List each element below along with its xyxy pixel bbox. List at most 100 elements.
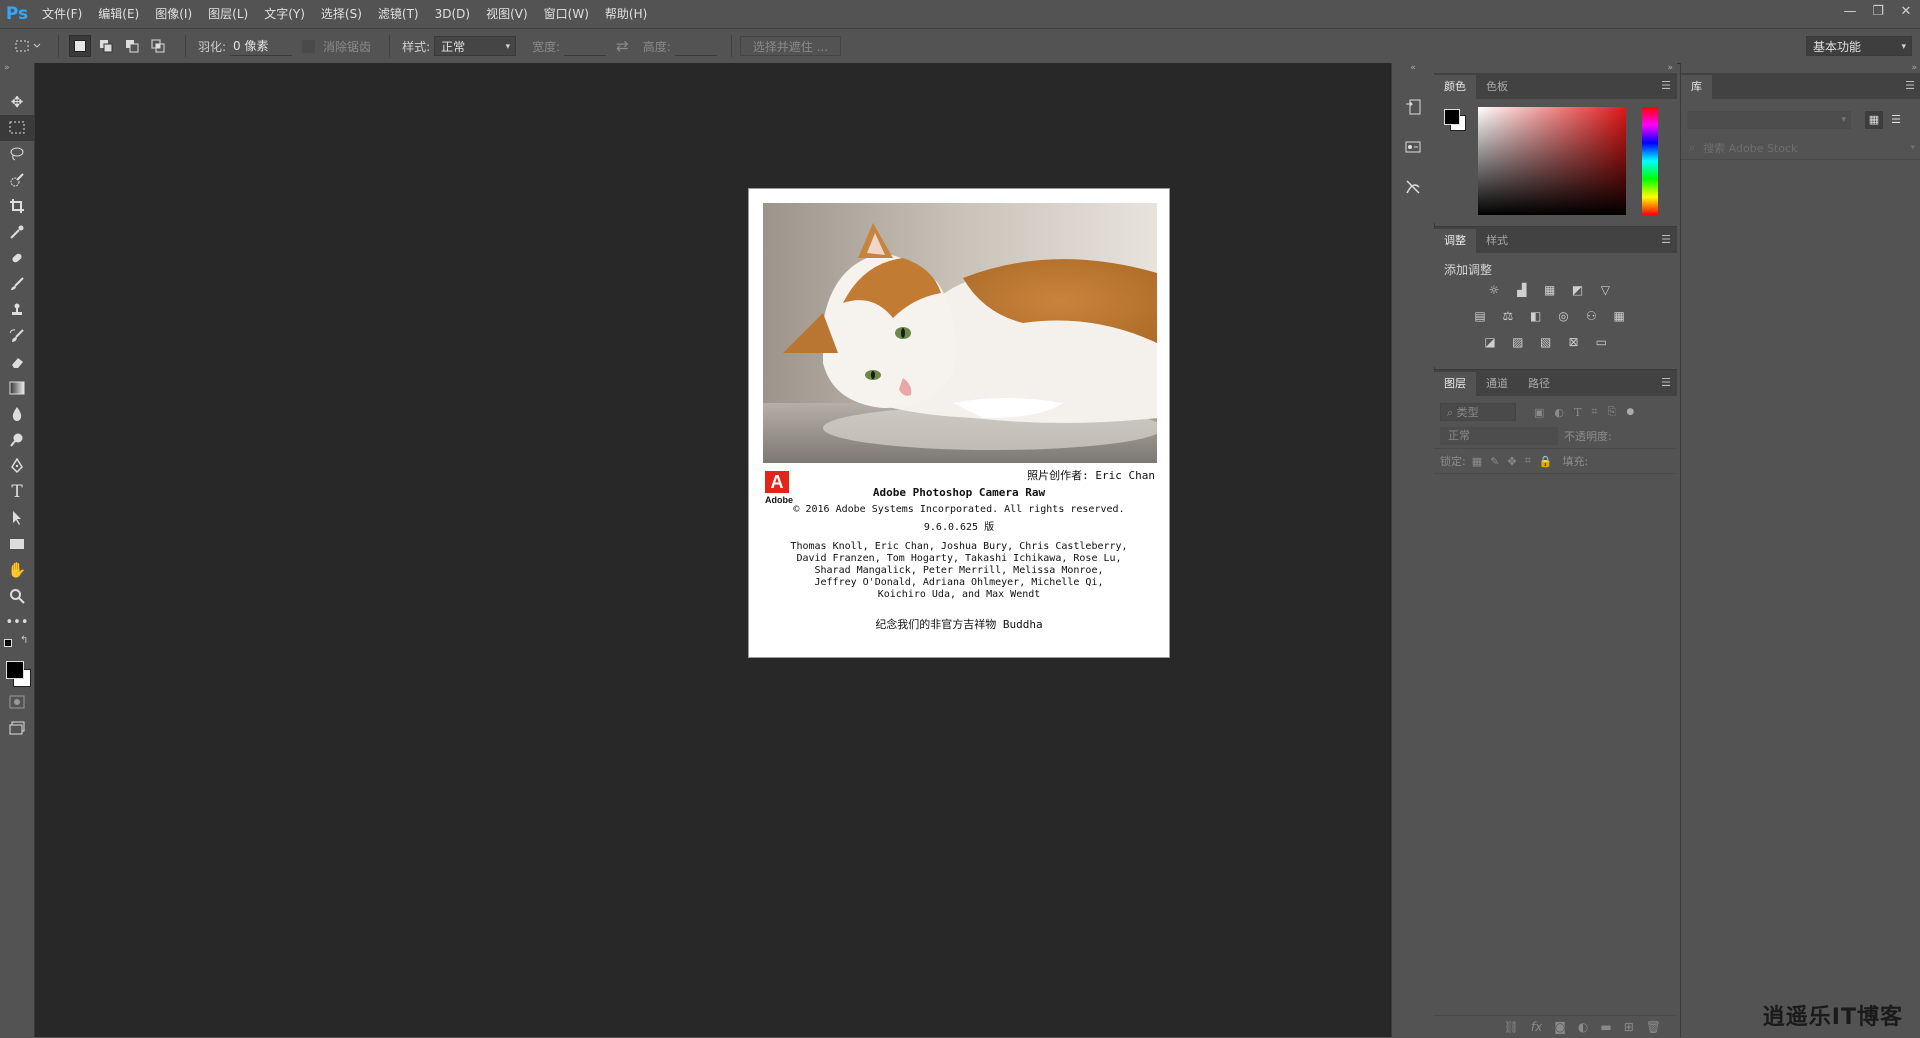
healing-brush-tool-icon[interactable] [0, 245, 34, 271]
pen-tool-icon[interactable] [0, 453, 34, 479]
width-input[interactable] [564, 36, 607, 56]
tab-color[interactable]: 颜色 [1434, 75, 1476, 99]
default-colors-icon[interactable] [4, 639, 12, 647]
close-button[interactable]: ✕ [1892, 0, 1920, 22]
lock-position-icon[interactable]: ✥ [1507, 455, 1516, 468]
adjustment-filter-icon[interactable]: ◐ [1554, 406, 1564, 419]
shape-filter-icon[interactable]: ⌗ [1591, 405, 1597, 419]
subtract-selection-button[interactable] [121, 35, 143, 57]
foreground-color-swatch[interactable] [6, 661, 24, 679]
select-and-mask-button[interactable]: 选择并遮住 ... [739, 36, 842, 56]
menu-edit[interactable]: 编辑(E) [90, 0, 147, 28]
menu-help[interactable]: 帮助(H) [597, 0, 655, 28]
menu-type[interactable]: 文字(Y) [256, 0, 313, 28]
hue-slider[interactable] [1642, 107, 1658, 215]
more-tools-icon[interactable]: ••• [0, 609, 34, 635]
exposure-icon[interactable]: ◩ [1568, 282, 1586, 298]
panel-menu-icon[interactable]: ☰ [1661, 79, 1671, 92]
chevron-down-icon[interactable]: ▾ [1910, 143, 1915, 153]
history-brush-tool-icon[interactable] [0, 323, 34, 349]
panel-menu-icon[interactable]: ☰ [1905, 79, 1915, 92]
photo-filter-icon[interactable]: ◎ [1554, 308, 1572, 324]
properties-panel-icon[interactable] [1392, 127, 1434, 167]
selective-color-icon[interactable]: ⊠ [1564, 334, 1582, 350]
blur-tool-icon[interactable] [0, 401, 34, 427]
about-camera-raw-dialog[interactable]: A Adobe 照片创作者: Eric Chan Adobe Photoshop… [748, 188, 1170, 658]
lock-artboard-icon[interactable]: ⌗ [1525, 454, 1531, 468]
panel-menu-icon[interactable]: ☰ [1661, 233, 1671, 246]
tab-layers[interactable]: 图层 [1434, 372, 1476, 396]
invert-icon[interactable]: ◪ [1481, 334, 1499, 350]
layer-style-icon[interactable]: fx [1531, 1020, 1542, 1034]
foreground-color-swatch[interactable] [1444, 109, 1460, 125]
path-select-tool-icon[interactable] [0, 505, 34, 531]
grid-view-icon[interactable]: ▦ [1865, 111, 1883, 129]
layer-kind-filter[interactable]: ⌕ 类型 [1440, 403, 1516, 421]
delete-layer-icon[interactable]: 🗑 [1646, 1020, 1661, 1034]
tab-styles[interactable]: 样式 [1476, 229, 1518, 253]
canvas-area[interactable] [35, 63, 1391, 1037]
tab-adjustments[interactable]: 调整 [1434, 229, 1476, 253]
new-adjustment-layer-icon[interactable]: ◐ [1578, 1020, 1588, 1034]
collapse-panels-icon[interactable]: » [1434, 63, 1677, 73]
curves-icon[interactable]: ▦ [1541, 282, 1559, 298]
levels-icon[interactable]: ▟ [1513, 282, 1531, 298]
menu-window[interactable]: 窗口(W) [536, 0, 597, 28]
saturation-brightness-field[interactable] [1478, 107, 1626, 215]
new-layer-icon[interactable]: ⊞ [1624, 1020, 1634, 1034]
color-lookup-icon[interactable]: ▦ [1610, 308, 1628, 324]
lock-all-icon[interactable]: 🔒 [1539, 455, 1553, 468]
brightness-contrast-icon[interactable]: ☼ [1485, 282, 1503, 298]
tab-libraries[interactable]: 库 [1681, 75, 1712, 99]
add-selection-button[interactable] [95, 35, 117, 57]
collapse-panels-icon[interactable]: » [1681, 63, 1920, 73]
feather-input[interactable]: 0 像素 [230, 36, 293, 56]
gradient-map-icon[interactable]: ▭ [1592, 334, 1610, 350]
type-tool-icon[interactable]: T [0, 479, 34, 505]
history-panel-icon[interactable] [1392, 87, 1434, 127]
screen-mode-icon[interactable] [0, 715, 34, 741]
menu-layer[interactable]: 图层(L) [200, 0, 256, 28]
gradient-tool-icon[interactable] [0, 375, 34, 401]
threshold-icon[interactable]: ▧ [1537, 334, 1555, 350]
hand-tool-icon[interactable]: ✋ [0, 557, 34, 583]
color-balance-icon[interactable]: ⚖ [1499, 308, 1517, 324]
zoom-tool-icon[interactable] [0, 583, 34, 609]
lock-transparent-icon[interactable]: ▦ [1472, 455, 1482, 468]
lasso-tool-icon[interactable] [0, 141, 34, 167]
swap-dimensions-icon[interactable]: ⇄ [616, 37, 629, 55]
swap-colors-icon[interactable]: ↰ [20, 635, 28, 646]
marquee-preset-picker[interactable] [10, 35, 48, 57]
menu-select[interactable]: 选择(S) [313, 0, 370, 28]
pixel-filter-icon[interactable]: ▣ [1534, 406, 1544, 419]
smart-object-filter-icon[interactable]: ⎘ [1608, 405, 1617, 419]
filter-toggle-icon[interactable]: ● [1626, 407, 1634, 417]
tab-channels[interactable]: 通道 [1476, 372, 1518, 396]
lock-image-icon[interactable]: ✎ [1490, 455, 1499, 468]
stock-search-input[interactable]: 搜索 Adobe Stock [1703, 140, 1910, 156]
menu-file[interactable]: 文件(F) [34, 0, 90, 28]
library-dropdown[interactable]: ▾ [1687, 111, 1851, 129]
restore-button[interactable]: ❐ [1864, 0, 1892, 22]
glyphs-panel-icon[interactable] [1392, 167, 1434, 207]
hue-saturation-icon[interactable]: ▤ [1471, 308, 1489, 324]
tab-swatches[interactable]: 色板 [1476, 75, 1518, 99]
menu-filter[interactable]: 滤镜(T) [370, 0, 427, 28]
brush-tool-icon[interactable] [0, 271, 34, 297]
new-selection-button[interactable] [69, 35, 91, 57]
type-filter-icon[interactable]: T [1574, 406, 1581, 419]
height-input[interactable] [674, 36, 717, 56]
antialias-checkbox[interactable] [302, 39, 316, 53]
link-layers-icon[interactable]: ⛓ [1504, 1020, 1519, 1034]
quick-select-tool-icon[interactable] [0, 167, 34, 193]
dodge-tool-icon[interactable] [0, 427, 34, 453]
channel-mixer-icon[interactable]: ⚇ [1582, 308, 1600, 324]
workspace-dropdown[interactable]: 基本功能 ▾ [1806, 36, 1912, 56]
menu-image[interactable]: 图像(I) [147, 0, 200, 28]
add-mask-icon[interactable]: ◙ [1554, 1020, 1566, 1034]
eraser-tool-icon[interactable] [0, 349, 34, 375]
style-dropdown[interactable]: 正常 ▾ [434, 36, 517, 56]
panel-menu-icon[interactable]: ☰ [1661, 376, 1671, 389]
posterize-icon[interactable]: ▨ [1509, 334, 1527, 350]
black-white-icon[interactable]: ◧ [1527, 308, 1545, 324]
